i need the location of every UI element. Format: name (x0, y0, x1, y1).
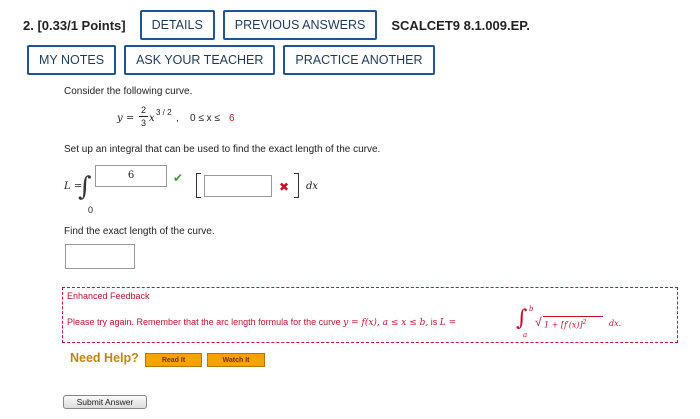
question-header: 2. [0.33/1 Points] DETAILS PREVIOUS ANSW… (23, 10, 530, 40)
read-it-button[interactable]: Read It (145, 353, 202, 367)
feedback-is: is (430, 317, 438, 327)
feedback-lower-limit: a (523, 331, 528, 339)
need-help-label: Need Help? (70, 351, 139, 365)
curve-exponent: 3 / 2 (156, 108, 172, 117)
domain-left: 0 ≤ x ≤ (190, 113, 220, 124)
question-number: 2. [0.33/1 Points] (23, 17, 126, 33)
feedback-dx: dx. (609, 319, 622, 328)
feedback-upper-limit: b (529, 305, 534, 313)
upper-limit-input[interactable]: 6 (95, 165, 167, 187)
course-code: SCALCET9 8.1.009.EP. (391, 17, 530, 33)
curve-y: y = (117, 113, 135, 124)
curve-x: x (149, 113, 155, 124)
watch-it-button[interactable]: Watch It (207, 353, 265, 367)
dx-label: dx (306, 181, 319, 192)
question-toolbar: MY NOTES ASK YOUR TEACHER PRACTICE ANOTH… (27, 45, 443, 75)
sqrt-icon: √ (535, 315, 542, 329)
practice-another-button[interactable]: PRACTICE ANOTHER (283, 45, 435, 75)
feedback-L: L = (439, 318, 457, 328)
my-notes-button[interactable]: MY NOTES (27, 45, 117, 75)
feedback-integrand: 1 + [f′(x)]2 (544, 319, 587, 330)
integrand-input[interactable] (204, 175, 272, 197)
problem-intro: Consider the following curve. (64, 86, 193, 97)
submit-answer-button[interactable]: Submit Answer (63, 395, 147, 409)
fraction-numerator: 2 (141, 105, 147, 115)
exact-length-input[interactable] (65, 244, 135, 269)
feedback-message: Please try again. Remember that the arc … (67, 317, 457, 328)
fraction-denominator: 3 (141, 118, 147, 128)
feedback-integral-icon: ∫ (516, 306, 528, 331)
previous-answers-button[interactable]: PREVIOUS ANSWERS (222, 10, 378, 40)
feedback-curve-expr: y = f(x), a ≤ x ≤ b, (343, 318, 429, 328)
x-mark-icon: ✖ (279, 180, 290, 194)
setup-prompt: Set up an integral that can be used to f… (64, 144, 381, 155)
curve-comma: , (176, 113, 179, 124)
lower-limit: 0 (88, 205, 94, 215)
integral-sign-icon: ∫ (78, 172, 92, 202)
right-bracket-icon (294, 173, 299, 198)
check-icon: ✔ (173, 171, 184, 185)
feedback-title: Enhanced Feedback (67, 291, 150, 301)
domain-upper: 6 (229, 113, 235, 124)
question-points: [0.33/1 Points] (37, 17, 126, 33)
sqrt-bar (543, 316, 603, 317)
left-bracket-icon (196, 173, 201, 198)
enhanced-feedback: Enhanced Feedback Please try again. Reme… (62, 287, 678, 343)
fraction-bar (139, 116, 148, 117)
details-button[interactable]: DETAILS (139, 10, 215, 40)
exact-length-prompt: Find the exact length of the curve. (64, 226, 215, 237)
ask-your-teacher-button[interactable]: ASK YOUR TEACHER (124, 45, 276, 75)
